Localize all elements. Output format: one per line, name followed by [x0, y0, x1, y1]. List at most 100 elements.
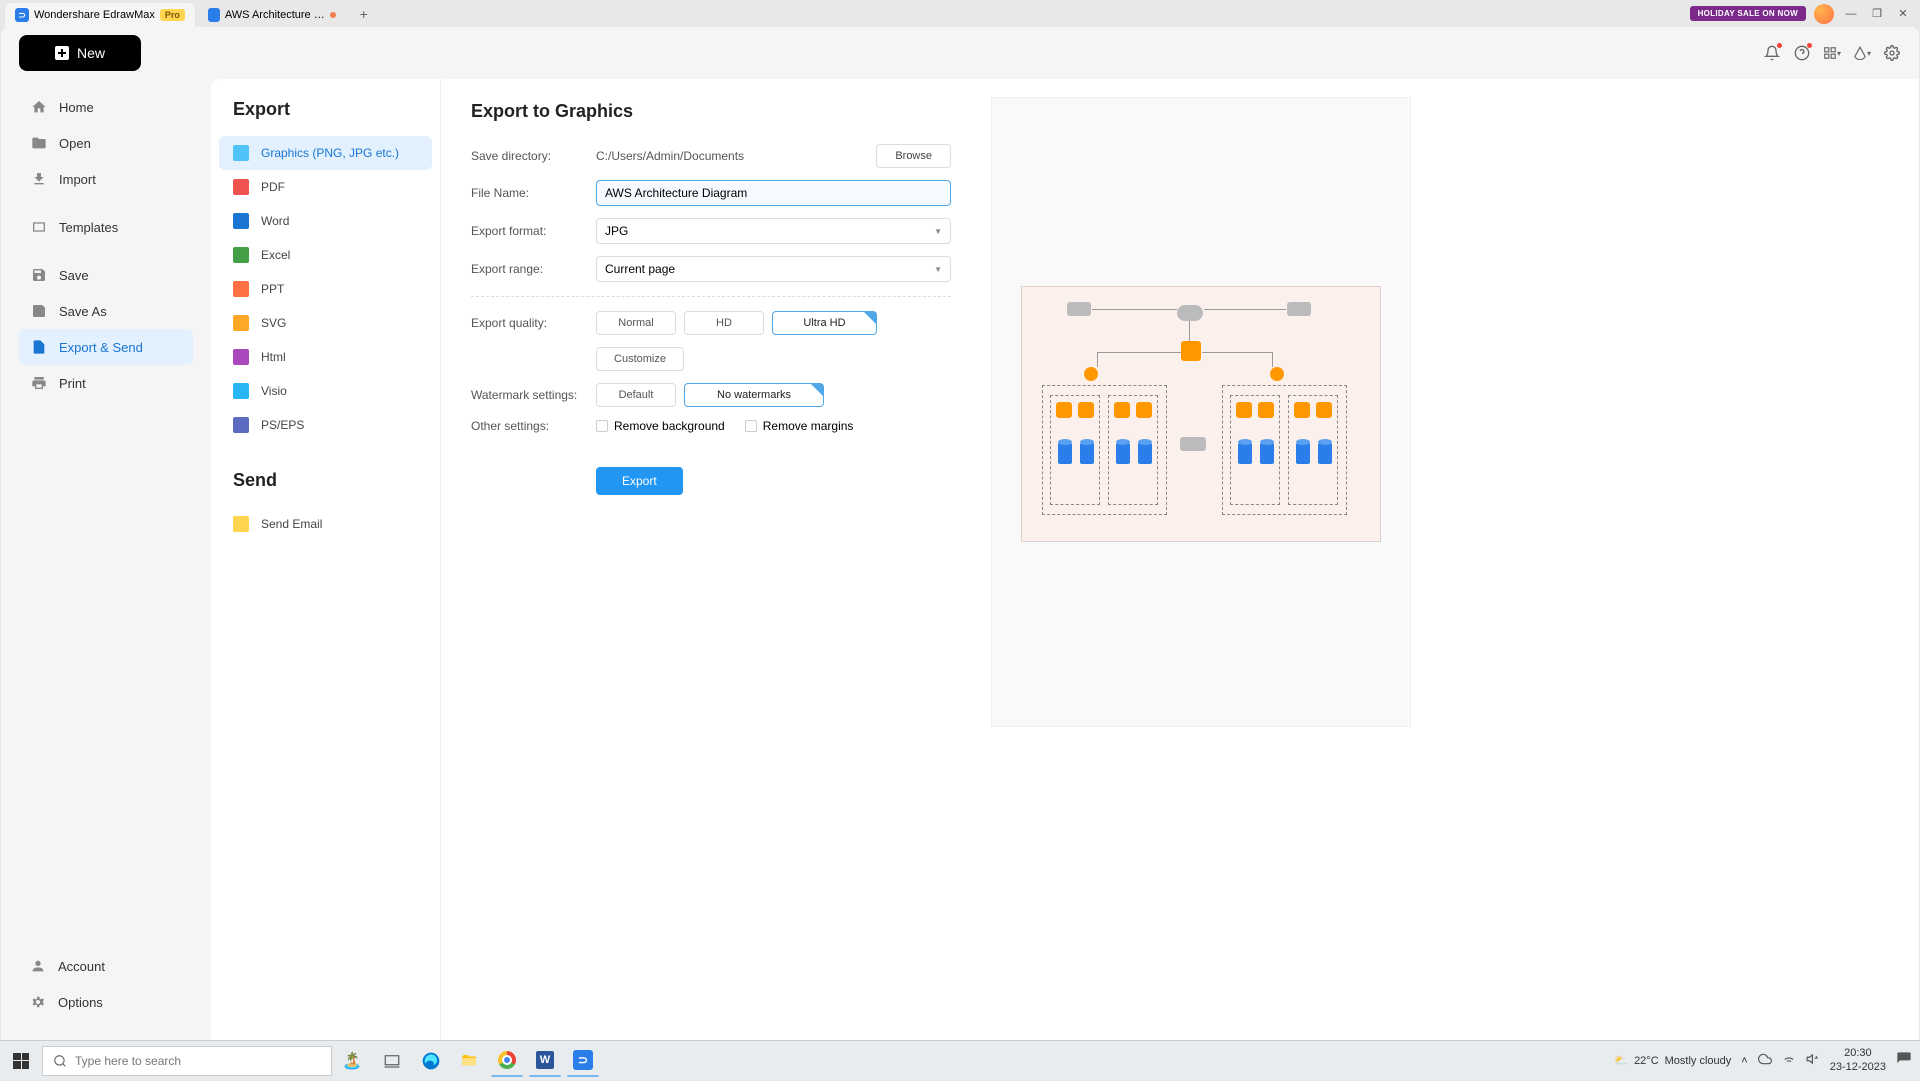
export-item-pseps[interactable]: PS/EPS — [219, 408, 432, 442]
export-item-svg[interactable]: SVG — [219, 306, 432, 340]
chevron-down-icon: ▼ — [934, 227, 942, 236]
customize-button[interactable]: Customize — [596, 347, 684, 371]
bell-icon[interactable] — [1763, 44, 1781, 62]
connector — [1092, 309, 1177, 310]
quality-ultrahd-label: Ultra HD — [803, 317, 845, 329]
taskbar-word[interactable]: W — [529, 1045, 561, 1077]
export-item-label: Send Email — [261, 517, 322, 531]
watermark-none-button[interactable]: No watermarks — [684, 383, 824, 407]
export-item-label: SVG — [261, 316, 286, 330]
account-icon — [30, 958, 46, 974]
taskbar-scene-icon[interactable]: 🏝️ — [337, 1046, 367, 1076]
users-icon — [1287, 302, 1311, 316]
weather-widget[interactable]: ⛅ 22°C Mostly cloudy — [1614, 1054, 1731, 1067]
sidebar-item-templates[interactable]: Templates — [19, 209, 193, 245]
ec2-icon — [1258, 402, 1274, 418]
tray-notifications-icon[interactable] — [1896, 1051, 1912, 1070]
connector — [1097, 352, 1098, 367]
word-icon: W — [536, 1051, 554, 1069]
holiday-sale-badge[interactable]: HOLIDAY SALE ON NOW — [1690, 6, 1806, 21]
format-label: Export format: — [471, 224, 596, 238]
tray-volume-icon[interactable] — [1806, 1052, 1820, 1069]
ec2-icon — [1294, 402, 1310, 418]
ec2-icon — [1056, 402, 1072, 418]
export-item-label: Word — [261, 214, 289, 228]
tray-onedrive-icon[interactable] — [1758, 1052, 1772, 1069]
sidebar-item-home[interactable]: Home — [19, 89, 193, 125]
watermark-none-label: No watermarks — [717, 389, 791, 401]
app-tab[interactable]: ⊃ Wondershare EdrawMax Pro — [5, 3, 195, 27]
help-icon[interactable] — [1793, 44, 1811, 62]
sidebar-item-export[interactable]: Export & Send — [19, 329, 193, 365]
export-item-excel[interactable]: Excel — [219, 238, 432, 272]
export-item-label: PDF — [261, 180, 285, 194]
taskbar-search[interactable]: Type here to search — [42, 1046, 332, 1076]
export-item-word[interactable]: Word — [219, 204, 432, 238]
connector — [1189, 321, 1190, 341]
user-avatar[interactable] — [1814, 4, 1834, 24]
export-item-pdf[interactable]: PDF — [219, 170, 432, 204]
sidebar-label: Account — [58, 959, 105, 974]
export-item-visio[interactable]: Visio — [219, 374, 432, 408]
start-button[interactable] — [0, 1041, 42, 1081]
sidebar-item-options[interactable]: Options — [18, 984, 198, 1020]
sidebar-item-open[interactable]: Open — [19, 125, 193, 161]
app-tab-label: Wondershare EdrawMax — [34, 9, 155, 21]
divider — [471, 296, 951, 297]
maximize-button[interactable]: ❐ — [1868, 5, 1886, 23]
sidebar-item-account[interactable]: Account — [18, 948, 198, 984]
taskbar-clock[interactable]: 20:30 23-12-2023 — [1830, 1047, 1886, 1073]
sidebar-item-save[interactable]: Save — [19, 257, 193, 293]
export-item-email[interactable]: Send Email — [219, 507, 432, 541]
tray-chevron-icon[interactable]: ˄ — [1741, 1055, 1747, 1067]
pro-badge: Pro — [160, 9, 185, 21]
sidebar-item-import[interactable]: Import — [19, 161, 193, 197]
quality-hd-button[interactable]: HD — [684, 311, 764, 335]
visio-icon — [233, 383, 249, 399]
taskbar-edrawmax[interactable]: ⊃ — [567, 1045, 599, 1077]
range-select[interactable]: Current page ▼ — [596, 256, 951, 282]
taskbar-edge[interactable] — [415, 1045, 447, 1077]
sidebar-item-print[interactable]: Print — [19, 365, 193, 401]
database-icon — [1058, 442, 1072, 464]
users-icon — [1067, 302, 1091, 316]
minimize-button[interactable]: — — [1842, 5, 1860, 23]
new-button[interactable]: New — [19, 35, 141, 71]
remove-margin-checkbox[interactable] — [745, 420, 757, 432]
export-item-label: Html — [261, 350, 286, 364]
app-icon: ⊃ — [15, 8, 29, 22]
document-tab[interactable]: AWS Architecture … — [198, 3, 346, 27]
filename-input[interactable] — [596, 180, 951, 206]
export-item-ppt[interactable]: PPT — [219, 272, 432, 306]
taskbar-explorer[interactable] — [453, 1045, 485, 1077]
add-tab-button[interactable]: + — [354, 4, 374, 24]
export-item-label: PS/EPS — [261, 418, 304, 432]
format-select[interactable]: JPG ▼ — [596, 218, 951, 244]
ppt-icon — [233, 281, 249, 297]
form-title: Export to Graphics — [471, 101, 951, 122]
quality-normal-button[interactable]: Normal — [596, 311, 676, 335]
database-icon — [1138, 442, 1152, 464]
export-item-html[interactable]: Html — [219, 340, 432, 374]
export-section-title: Export — [219, 99, 432, 136]
quality-ultrahd-button[interactable]: Ultra HD — [772, 311, 877, 335]
taskbar-chrome[interactable] — [491, 1045, 523, 1077]
tray-wifi-icon[interactable] — [1782, 1052, 1796, 1069]
close-button[interactable]: ✕ — [1894, 5, 1912, 23]
watermark-default-button[interactable]: Default — [596, 383, 676, 407]
sidebar-item-saveas[interactable]: Save As — [19, 293, 193, 329]
help-dot — [1807, 43, 1812, 48]
browse-button[interactable]: Browse — [876, 144, 951, 168]
task-view-icon[interactable] — [377, 1046, 407, 1076]
file-sidebar: Home Open Import Templates Save Save As … — [1, 79, 211, 1040]
range-value: Current page — [605, 262, 675, 276]
export-button[interactable]: Export — [596, 467, 683, 495]
settings-icon[interactable] — [1883, 44, 1901, 62]
send-section-title: Send — [219, 442, 432, 507]
unsaved-dot-icon — [330, 12, 336, 18]
remove-bg-checkbox[interactable] — [596, 420, 608, 432]
apps-icon[interactable]: ▾ — [1823, 44, 1841, 62]
theme-icon[interactable]: ▾ — [1853, 44, 1871, 62]
export-item-graphics[interactable]: Graphics (PNG, JPG etc.) — [219, 136, 432, 170]
chevron-down-icon: ▼ — [934, 265, 942, 274]
